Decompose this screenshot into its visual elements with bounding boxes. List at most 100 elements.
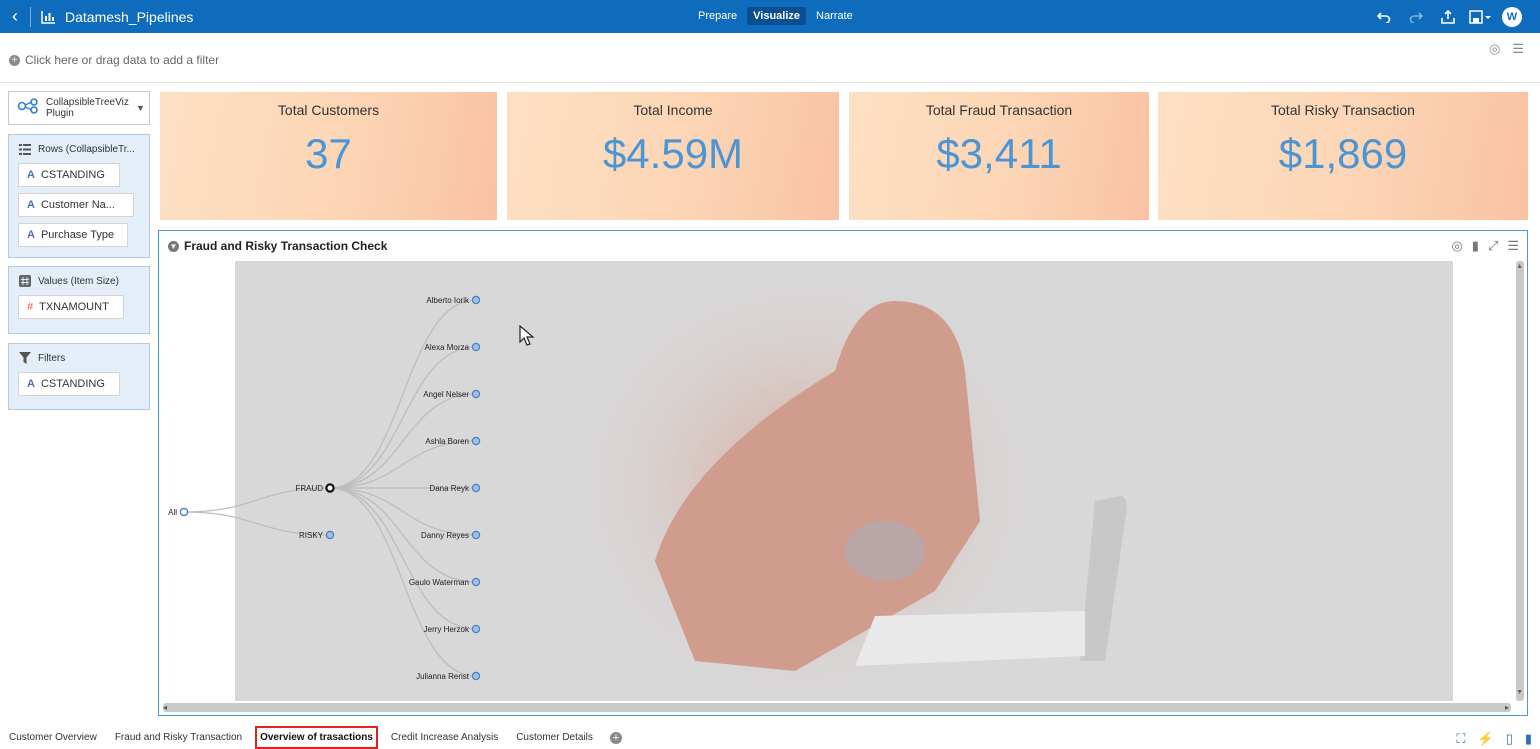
scroll-down-icon[interactable]: ▼ — [1516, 689, 1523, 696]
tree-node — [471, 483, 481, 493]
values-header: Values (Item Size) — [9, 267, 149, 295]
tree-node-label: Dana Reyk — [429, 484, 470, 493]
collapsible-tree: All FRAUD RISKY Alberto Iorik Alexa Morza Ang… — [168, 295, 481, 681]
tree-visualization[interactable]: ▼ Fraud and Risky Transaction Check ◎ ▮ … — [158, 230, 1528, 716]
pill-label: Customer Na... — [40, 199, 115, 211]
kpi-value: $3,411 — [936, 130, 1062, 177]
tree-node — [325, 483, 335, 493]
header-divider — [30, 6, 31, 27]
workbook-title: Datamesh_Pipelines — [65, 8, 194, 25]
viz-type-selector[interactable]: CollapsibleTreeViz Plugin ▼ — [8, 91, 150, 125]
user-avatar[interactable]: W — [1502, 6, 1522, 27]
canvas-tabs: Customer Overview Fraud and Risky Transa… — [0, 726, 1540, 749]
tab-fraud-risky[interactable]: Fraud and Risky Transaction — [106, 732, 251, 743]
kpi-total-customers[interactable]: Total Customers 37 — [160, 92, 497, 220]
mode-switcher: Prepare Visualize Narrate — [692, 7, 859, 25]
horizontal-scrollbar[interactable] — [163, 703, 1511, 712]
tree-plugin-icon — [17, 97, 41, 119]
scroll-right-icon[interactable]: ▸ — [1505, 703, 1509, 712]
values-icon — [19, 275, 31, 287]
add-filter-label: Click here or drag data to add a filter — [25, 53, 220, 67]
viz-type-line2: Plugin — [46, 108, 74, 119]
tab-overview-transactions[interactable]: Overview of trasactions — [255, 726, 378, 749]
value-pill-txnamount[interactable]: # TXNAMOUNT — [18, 295, 124, 319]
mode-prepare[interactable]: Prepare — [692, 7, 743, 25]
layout-left-icon[interactable]: ▯ — [1506, 731, 1513, 747]
menu-icon[interactable]: ☰ — [1512, 41, 1524, 57]
kpi-value: 37 — [305, 130, 352, 177]
measure-icon: # — [27, 301, 34, 313]
rows-title: Rows (CollapsibleTr... — [38, 143, 135, 155]
scroll-up-icon[interactable]: ▲ — [1516, 263, 1523, 270]
maximize-icon[interactable]: ⤢ — [1488, 238, 1498, 254]
chevron-down-icon: ▼ — [136, 103, 145, 113]
row-pill-purchase-type[interactable]: A Purchase Type — [18, 223, 128, 247]
tree-node-label: FRAUD — [295, 484, 323, 493]
vertical-scrollbar[interactable] — [1516, 261, 1524, 701]
kpi-title: Total Customers — [277, 102, 380, 118]
back-icon[interactable]: ‹ — [0, 0, 30, 33]
kpi-total-risky[interactable]: Total Risky Transaction $1,869 — [1158, 92, 1528, 220]
redo-icon[interactable] — [1400, 0, 1432, 33]
tab-customer-overview[interactable]: Customer Overview — [0, 732, 106, 743]
header-actions: W — [1368, 0, 1540, 33]
tree-node-label: Alexa Morza — [425, 343, 470, 352]
scroll-left-icon[interactable]: ◂ — [163, 703, 167, 712]
kpi-title: Total Income — [633, 102, 713, 118]
row-pill-customer-name[interactable]: A Customer Na... — [18, 193, 134, 217]
attribute-icon: A — [27, 378, 35, 390]
tree-node-label: All — [168, 508, 177, 517]
layout-right-icon[interactable]: ▮ — [1525, 731, 1532, 747]
tree-node-label: Danny Reyes — [421, 531, 469, 540]
add-filter-icon: + — [9, 54, 20, 66]
add-tab-icon[interactable]: + — [609, 731, 622, 744]
mode-narrate[interactable]: Narrate — [810, 7, 859, 25]
target-icon[interactable]: ◎ — [1451, 238, 1462, 254]
filter-bar-actions: ◎ ☰ — [1489, 41, 1524, 57]
grammar-panel-icon[interactable]: ⛶ — [1456, 731, 1465, 747]
tree-link — [329, 487, 477, 630]
pill-label: Purchase Type — [40, 229, 115, 241]
top-bar: ‹ Datamesh_Pipelines Prepare Visualize N… — [0, 0, 1540, 33]
filters-title: Filters — [38, 352, 66, 364]
filter-bar: + Click here or drag data to add a filte… — [0, 33, 1540, 83]
viz-toolbar: ◎ ▮ ⤢ ☰ — [1451, 238, 1519, 254]
tree-node-label: Alberto Iorik — [426, 296, 470, 305]
pill-label: CSTANDING — [40, 378, 105, 390]
save-icon[interactable] — [1464, 0, 1496, 33]
pill-label: TXNAMOUNT — [39, 301, 109, 313]
kpi-title: Total Risky Transaction — [1271, 102, 1415, 118]
tree-node — [325, 530, 335, 540]
row-pill-cstanding[interactable]: A CSTANDING — [18, 163, 120, 187]
tree-node-label: Julianna Renst — [416, 672, 470, 681]
target-icon[interactable]: ◎ — [1489, 41, 1500, 57]
undo-icon[interactable] — [1368, 0, 1400, 33]
tree-node — [471, 530, 481, 540]
mouse-cursor-icon — [519, 325, 535, 346]
tree-node — [471, 389, 481, 399]
menu-icon[interactable]: ☰ — [1507, 238, 1519, 254]
tree-node-label: Angel Nelser — [423, 390, 469, 399]
filter-funnel-icon — [19, 352, 31, 364]
tree-node-label: Gaulo Waterman — [409, 578, 469, 587]
bar-chart-icon[interactable]: ▮ — [1472, 238, 1479, 254]
tree-node-label: Ashla Boren — [425, 437, 469, 446]
auto-insights-icon[interactable]: ⚡ — [1478, 731, 1494, 747]
viz-type-line1: CollapsibleTreeViz — [46, 97, 129, 108]
filters-drop-zone: Filters A CSTANDING — [8, 343, 150, 410]
kpi-total-income[interactable]: Total Income $4.59M — [507, 92, 839, 220]
kpi-total-fraud[interactable]: Total Fraud Transaction $3,411 — [849, 92, 1149, 220]
values-drop-zone: Values (Item Size) # TXNAMOUNT — [8, 266, 150, 334]
workbook-icon — [41, 9, 57, 25]
mode-visualize[interactable]: Visualize — [747, 7, 807, 25]
tab-customer-details[interactable]: Customer Details — [507, 732, 602, 743]
export-icon[interactable] — [1432, 0, 1464, 33]
filter-pill-cstanding[interactable]: A CSTANDING — [18, 372, 120, 396]
tree-node — [471, 624, 481, 634]
tree-node — [471, 671, 481, 681]
kpi-value: $4.59M — [602, 130, 744, 177]
tab-credit-increase[interactable]: Credit Increase Analysis — [382, 732, 507, 743]
add-filter[interactable]: + Click here or drag data to add a filte… — [9, 53, 219, 67]
tree-node — [179, 507, 189, 517]
kpi-title: Total Fraud Transaction — [925, 102, 1073, 118]
